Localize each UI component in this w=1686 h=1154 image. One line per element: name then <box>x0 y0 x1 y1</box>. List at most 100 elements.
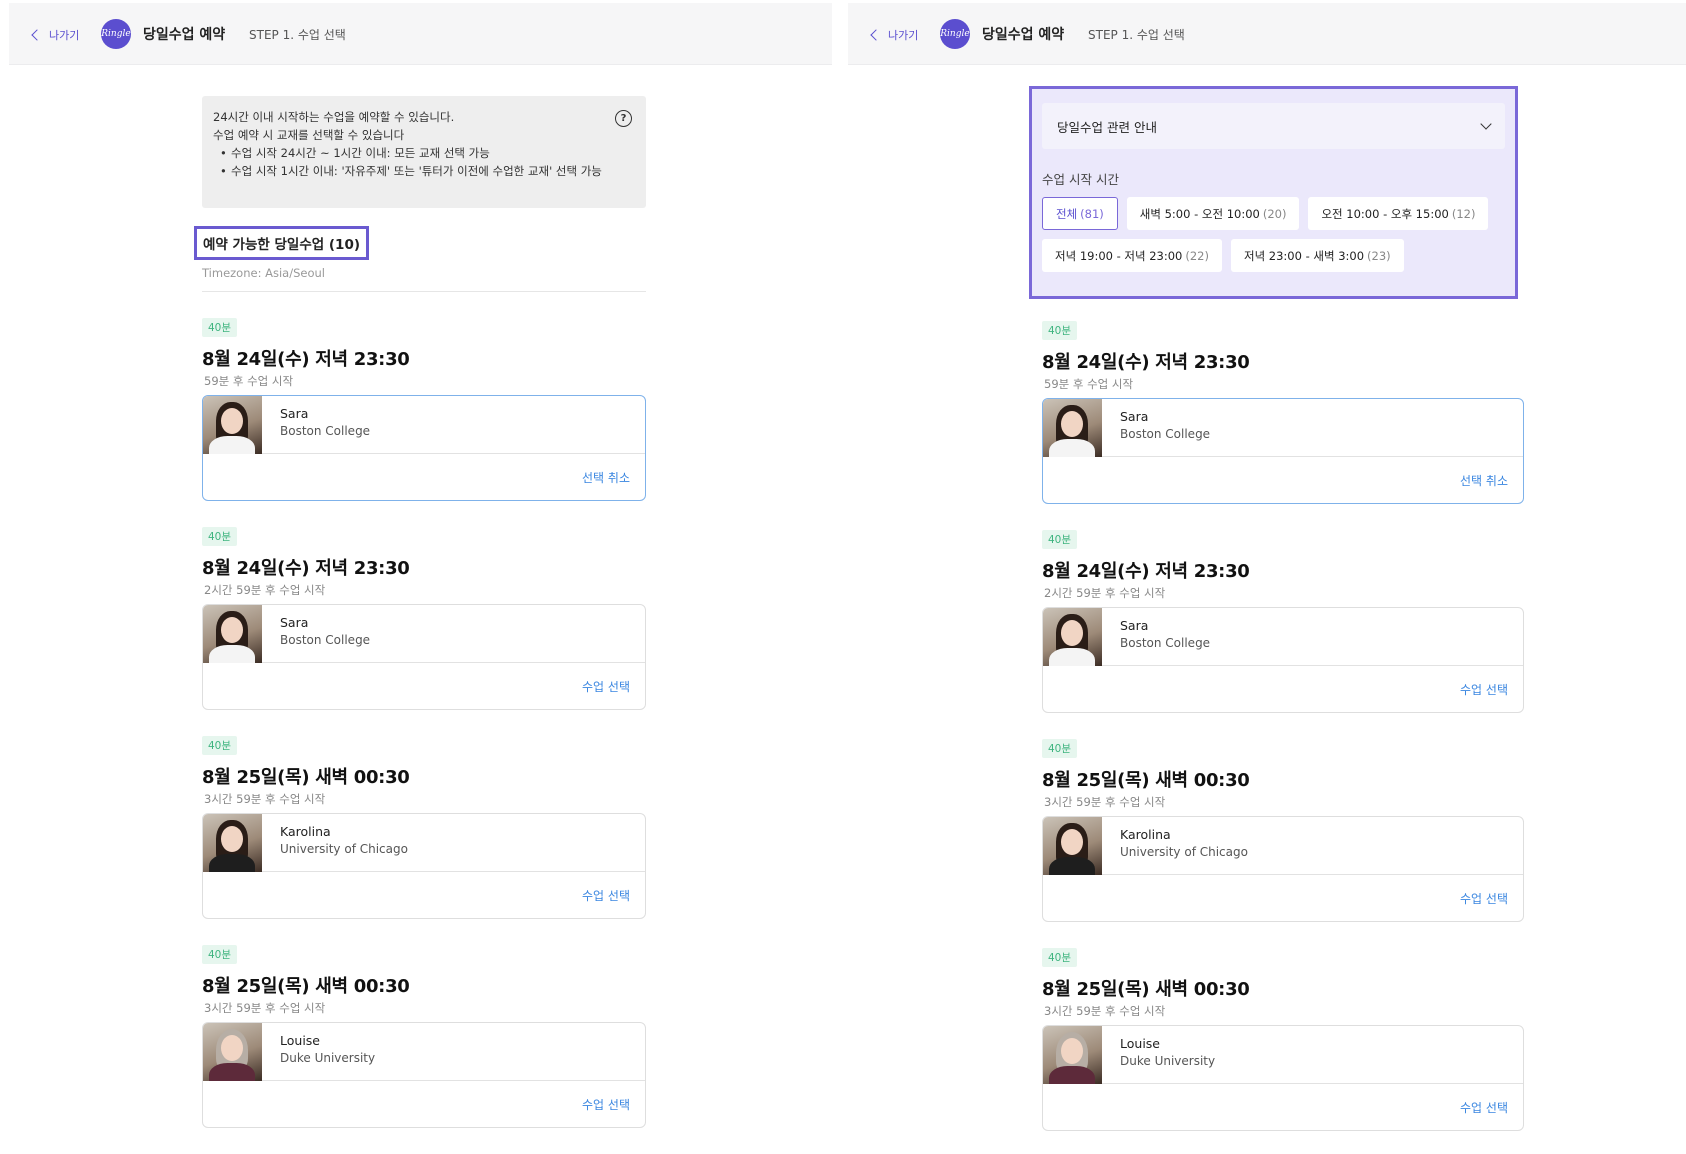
tutor-name: Sara <box>1120 618 1149 633</box>
tutor-name: Karolina <box>280 824 331 839</box>
select-lesson-button[interactable]: 수업 선택 <box>1043 875 1523 921</box>
filter-chip-morning-afternoon[interactable]: 오전 10:00 - 오후 15:00 (12) <box>1308 197 1489 230</box>
tutor-avatar <box>203 605 262 663</box>
notice-bullet: 수업 시작 1시간 이내: '자유주제' 또는 '튜터가 이전에 수업한 교재'… <box>213 162 602 180</box>
tutor-name: Louise <box>1120 1036 1160 1051</box>
tutor-school: Boston College <box>1120 427 1211 441</box>
chip-count: (22) <box>1185 248 1209 263</box>
tutor-avatar <box>1043 1026 1102 1084</box>
lesson-time: 8월 24일(수) 저녁 23:30 <box>202 349 410 370</box>
tutor-row: Karolina University of Chicago <box>203 814 645 872</box>
filter-section: 당일수업 관련 안내 수업 시작 시간 전체 (81) 새벽 5:00 - 오전 … <box>1029 86 1518 299</box>
chip-count: (81) <box>1080 206 1104 221</box>
lesson-start-countdown: 2시간 59분 후 수업 시작 <box>1044 586 1166 600</box>
lesson-time: 8월 25일(목) 새벽 00:30 <box>1042 979 1250 1000</box>
lesson-start-countdown: 3시간 59분 후 수업 시작 <box>204 792 326 806</box>
select-lesson-button[interactable]: 수업 선택 <box>203 663 645 709</box>
chevron-left-icon <box>870 29 882 41</box>
back-button[interactable]: 나가기 <box>868 23 918 47</box>
tutor-card: Louise Duke University 수업 선택 <box>202 1022 646 1128</box>
lesson-time: 8월 25일(목) 새벽 00:30 <box>1042 770 1250 791</box>
step-label: STEP 1. 수업 선택 <box>1088 28 1185 42</box>
duration-badge: 40분 <box>1042 739 1078 758</box>
duration-badge: 40분 <box>1042 530 1078 549</box>
lesson-start-countdown: 2시간 59분 후 수업 시작 <box>204 583 326 597</box>
tutor-row: Sara Boston College <box>203 605 645 663</box>
select-lesson-button[interactable]: 수업 선택 <box>203 872 645 918</box>
lesson-item: 40분 8월 24일(수) 저녁 23:30 59분 후 수업 시작 Sara … <box>202 316 646 501</box>
lesson-item: 40분 8월 25일(목) 새벽 00:30 3시간 59분 후 수업 시작 K… <box>202 734 646 919</box>
lesson-list-content: 24시간 이내 시작하는 수업을 예약할 수 있습니다. 수업 예약 시 교재를… <box>194 96 646 1128</box>
ringle-logo-icon: Ringle <box>940 19 970 49</box>
time-filter-chips: 전체 (81) 새벽 5:00 - 오전 10:00 (20) 오전 10:00 -… <box>1042 197 1505 272</box>
back-label: 나가기 <box>49 29 80 42</box>
notice-box: 24시간 이내 시작하는 수업을 예약할 수 있습니다. 수업 예약 시 교재를… <box>202 96 646 208</box>
notice-line: 24시간 이내 시작하는 수업을 예약할 수 있습니다. <box>213 110 455 124</box>
help-icon[interactable]: ? <box>615 110 632 127</box>
tutor-avatar <box>203 1023 262 1081</box>
back-label: 나가기 <box>888 29 919 42</box>
tutor-name: Sara <box>1120 409 1149 424</box>
chip-count: (12) <box>1451 206 1476 221</box>
lesson-item: 40분 8월 24일(수) 저녁 23:30 2시간 59분 후 수업 시작 S… <box>202 525 646 710</box>
duration-badge: 40분 <box>202 318 238 337</box>
duration-badge: 40분 <box>202 527 238 546</box>
top-bar: 나가기 Ringle 당일수업 예약 STEP 1. 수업 선택 <box>848 3 1686 65</box>
top-bar: 나가기 Ringle 당일수업 예약 STEP 1. 수업 선택 <box>9 3 832 65</box>
lesson-item: 40분 8월 25일(목) 새벽 00:30 3시간 59분 후 수업 시작 L… <box>202 943 646 1128</box>
chip-count: (23) <box>1367 248 1391 263</box>
chip-label: 저녁 23:00 - 새벽 3:00 <box>1243 248 1365 263</box>
page-title: 당일수업 예약 <box>982 27 1065 43</box>
cancel-selection-button[interactable]: 선택 취소 <box>1043 457 1523 503</box>
step-label: STEP 1. 수업 선택 <box>249 28 346 42</box>
page-title: 당일수업 예약 <box>143 27 226 43</box>
lesson-start-countdown: 3시간 59분 후 수업 시작 <box>1044 1004 1166 1018</box>
lesson-start-countdown: 3시간 59분 후 수업 시작 <box>1044 795 1166 809</box>
chip-label: 저녁 19:00 - 저녁 23:00 <box>1055 248 1183 263</box>
tutor-school: Boston College <box>280 633 371 647</box>
notice-bullet: 수업 시작 24시간 ~ 1시간 이내: 모든 교재 선택 가능 <box>213 144 602 162</box>
chip-label: 오전 10:00 - 오후 15:00 <box>1321 206 1449 221</box>
tutor-name: Sara <box>280 615 309 630</box>
timezone-label: Timezone: Asia/Seoul <box>202 266 325 280</box>
left-panel: 나가기 Ringle 당일수업 예약 STEP 1. 수업 선택 24시간 이내… <box>9 0 832 1154</box>
chevron-down-icon <box>1480 118 1492 130</box>
chip-label: 전체 <box>1056 206 1078 221</box>
filter-chip-evening[interactable]: 저녁 19:00 - 저녁 23:00 (22) <box>1042 239 1222 272</box>
select-lesson-button[interactable]: 수업 선택 <box>1043 666 1523 712</box>
divider <box>202 291 646 292</box>
tutor-name: Sara <box>280 406 309 421</box>
tutor-row: Karolina University of Chicago <box>1043 817 1523 875</box>
tutor-avatar <box>1043 817 1102 875</box>
lesson-item: 40분 8월 25일(목) 새벽 00:30 3시간 59분 후 수업 시작 K… <box>1042 737 1524 922</box>
chip-count: (20) <box>1262 206 1287 221</box>
duration-badge: 40분 <box>1042 948 1078 967</box>
duration-badge: 40분 <box>202 736 238 755</box>
select-lesson-button[interactable]: 수업 선택 <box>203 1081 645 1127</box>
info-accordion[interactable]: 당일수업 관련 안내 <box>1042 103 1505 149</box>
lesson-item: 40분 8월 24일(수) 저녁 23:30 59분 후 수업 시작 Sara … <box>1042 319 1524 504</box>
tutor-row: Sara Boston College <box>1043 608 1523 666</box>
lesson-time: 8월 24일(수) 저녁 23:30 <box>1042 352 1250 373</box>
tutor-row: Louise Duke University <box>203 1023 645 1081</box>
tutor-card: Sara Boston College 선택 취소 <box>202 395 646 501</box>
tutor-avatar <box>1043 608 1102 666</box>
tutor-card: Sara Boston College 수업 선택 <box>1042 607 1524 713</box>
tutor-school: Boston College <box>1120 636 1211 650</box>
filter-chip-all[interactable]: 전체 (81) <box>1042 197 1118 230</box>
filter-chip-night[interactable]: 저녁 23:00 - 새벽 3:00 (23) <box>1230 239 1404 272</box>
lesson-start-countdown: 3시간 59분 후 수업 시작 <box>204 1001 326 1015</box>
tutor-row: Louise Duke University <box>1043 1026 1523 1084</box>
tutor-school: Duke University <box>280 1051 376 1065</box>
chip-label: 새벽 5:00 - 오전 10:00 <box>1139 206 1260 221</box>
notice-line: 수업 예약 시 교재를 선택할 수 있습니다 <box>213 128 405 142</box>
lesson-start-countdown: 59분 후 수업 시작 <box>1044 377 1134 391</box>
filter-chip-dawn-morning[interactable]: 새벽 5:00 - 오전 10:00 (20) <box>1126 197 1300 230</box>
available-lessons-title: 예약 가능한 당일수업 (10) <box>194 226 370 260</box>
lesson-time: 8월 25일(목) 새벽 00:30 <box>202 976 410 997</box>
cancel-selection-button[interactable]: 선택 취소 <box>203 454 645 500</box>
tutor-school: University of Chicago <box>280 842 408 856</box>
select-lesson-button[interactable]: 수업 선택 <box>1043 1084 1523 1130</box>
tutor-name: Karolina <box>1120 827 1171 842</box>
back-button[interactable]: 나가기 <box>29 23 79 47</box>
